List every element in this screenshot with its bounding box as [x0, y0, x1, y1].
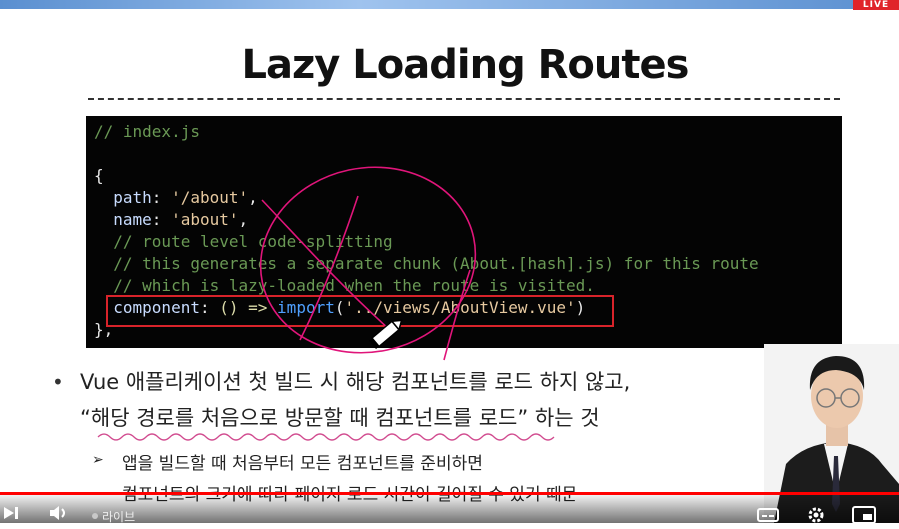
code-name-key: name [113, 210, 152, 229]
code-path-line: path: '/about', [113, 188, 258, 207]
volume-icon[interactable] [48, 505, 70, 525]
code-open-brace: { [94, 166, 104, 185]
subtitles-icon[interactable] [757, 507, 779, 527]
sub-bullet-marker: ➢ [92, 452, 104, 468]
slide-title: Lazy Loading Routes [241, 42, 690, 88]
code-comment-2: // this generates a separate chunk (Abou… [94, 254, 759, 273]
bullet-line-2: “해당 경로를 처음으로 방문할 때 컴포넌트를 로드” 하는 것 [80, 406, 600, 430]
progress-fill [0, 492, 899, 495]
settings-icon[interactable] [806, 505, 826, 529]
sub-bullet-line-1: 앱을 빌드할 때 처음부터 모든 컴포넌트를 준비하면 [122, 454, 483, 474]
code-file-comment: // index.js [94, 122, 200, 141]
live-label[interactable]: 라이브 [102, 508, 135, 525]
miniplayer-icon[interactable] [852, 506, 876, 528]
code-comment-2-text: // this generates a separate chunk (Abou… [113, 254, 759, 273]
skip-next-icon[interactable] [2, 505, 20, 525]
code-comment-1: // route level code-splitting [94, 232, 393, 251]
code-name-value: 'about' [171, 210, 239, 229]
component-line-highlight [106, 295, 614, 327]
top-banner-strip [0, 0, 899, 9]
title-divider [88, 98, 840, 100]
code-path-key: path [113, 188, 152, 207]
wavy-underline [97, 433, 555, 441]
code-path-value: '/about' [171, 188, 249, 207]
live-badge: LIVE [853, 0, 899, 10]
bullet-line-1: Vue 애플리케이션 첫 빌드 시 해당 컴포넌트를 로드 하지 않고, [80, 370, 631, 394]
code-comment-3: // which is lazy-loaded when the route i… [94, 276, 595, 295]
code-name-line: name: 'about', [113, 210, 249, 229]
code-comment-1-text: // route level code-splitting [113, 232, 393, 251]
live-indicator-icon [92, 513, 98, 519]
bullet-marker: • [52, 370, 64, 394]
code-comment-3-text: // which is lazy-loaded when the route i… [113, 276, 595, 295]
